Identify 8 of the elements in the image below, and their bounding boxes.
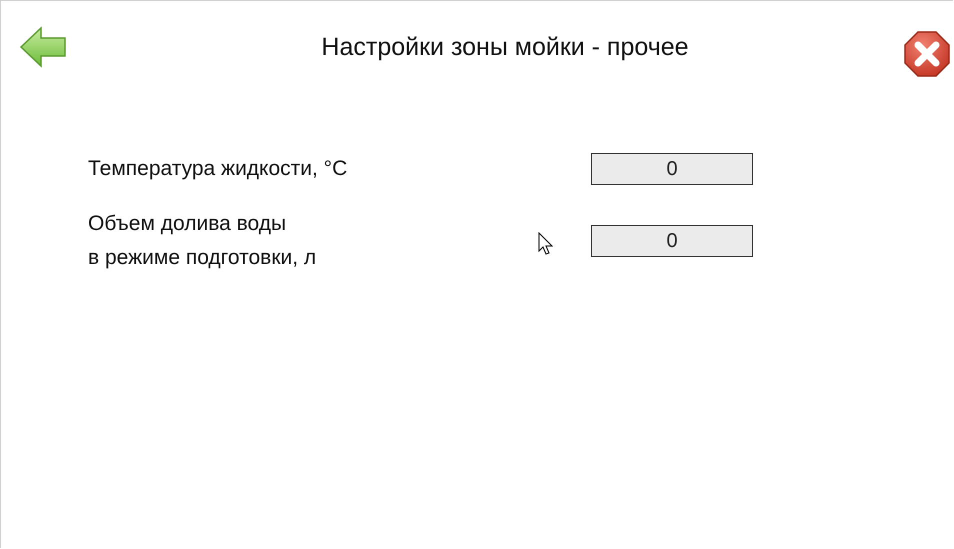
- mouse-pointer-icon: [538, 232, 554, 256]
- close-icon[interactable]: [903, 30, 951, 78]
- setting-label: Температура жидкости, °С: [88, 157, 348, 181]
- input-field[interactable]: 0: [591, 153, 753, 185]
- setting-label: Объем долива воды в режиме подготовки, л: [88, 211, 316, 271]
- back-arrow-icon[interactable]: [19, 25, 67, 69]
- screen-title: Настройки зоны мойки - прочее: [320, 32, 690, 62]
- input-field[interactable]: 0: [591, 225, 753, 257]
